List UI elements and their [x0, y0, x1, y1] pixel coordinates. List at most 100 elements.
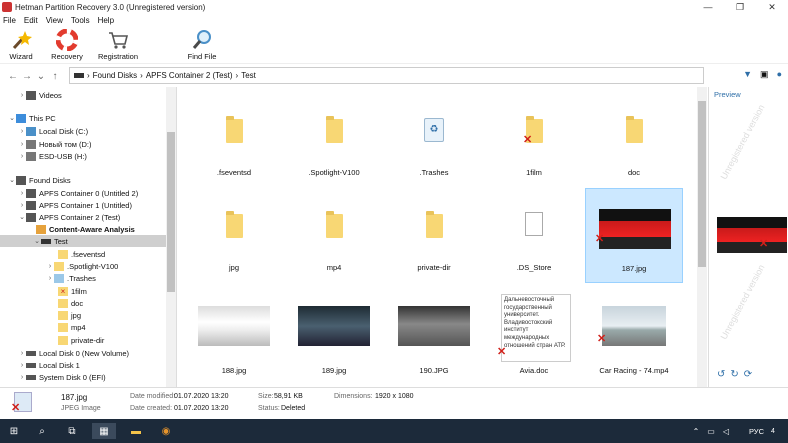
file-tile-spotlight[interactable]: .Spotlight-V100 [285, 93, 383, 188]
tree-item-local-c[interactable]: › Local Disk (C:) [18, 125, 88, 137]
trash-icon [54, 273, 64, 283]
tree-item-esd-usb[interactable]: › ESD-USB (H:) [18, 150, 87, 162]
folder-icon [425, 211, 443, 238]
tree-item-trashes[interactable]: › .Trashes [46, 272, 96, 284]
toolbar: Wizard Recovery Registration Find File [0, 27, 788, 64]
breadcrumb-container[interactable]: APFS Container 2 (Test) [146, 71, 233, 80]
tree-item-local-disk-0[interactable]: › Local Disk 0 (New Volume) [18, 347, 129, 359]
filter-icon[interactable]: ▼ [743, 69, 752, 80]
folder-icon [58, 322, 68, 332]
tree-item-mp4[interactable]: mp4 [50, 321, 86, 333]
address-field[interactable]: › Found Disks › APFS Container 2 (Test) … [69, 67, 704, 84]
folder-icon [225, 211, 243, 238]
file-tile-car-racing-mp4[interactable]: ✕ Car Racing - 74.mp4 [585, 292, 683, 387]
forward-icon[interactable]: → [20, 71, 34, 82]
tree-item-system-disk-0[interactable]: › System Disk 0 (EFI) [18, 371, 106, 383]
back-icon[interactable]: ← [6, 71, 20, 82]
maximize-button[interactable]: ❐ [724, 0, 756, 14]
deleted-mark-icon: ✕ [523, 134, 533, 146]
drive-icon [26, 126, 36, 136]
menu-view[interactable]: View [46, 16, 63, 25]
tree-item-private-dir[interactable]: private-dir [50, 334, 104, 346]
search-icon[interactable]: ⌕ [34, 423, 50, 439]
file-grid-scrollbar[interactable] [697, 87, 707, 387]
tree-item-local-d[interactable]: › Новый том (D:) [18, 138, 92, 150]
tree-item-local-disk-1[interactable]: › Local Disk 1 [18, 359, 80, 371]
file-tile-private-dir[interactable]: private-dir [385, 188, 483, 283]
tree-item-found-disks[interactable]: ⌄ Found Disks [8, 174, 71, 186]
up-icon[interactable]: ↑ [48, 71, 62, 82]
deleted-folder-icon: × [58, 286, 68, 296]
tree-scrollbar-thumb[interactable] [167, 132, 175, 292]
refresh-icon[interactable]: ⟳ [744, 369, 752, 380]
menu-bar: File Edit View Tools Help [0, 14, 788, 26]
find-file-button[interactable]: Find File [182, 27, 222, 61]
minimize-button[interactable]: — [692, 0, 724, 14]
breadcrumb-test[interactable]: Test [241, 71, 256, 80]
tree-scrollbar[interactable] [166, 87, 176, 387]
file-explorer-icon[interactable]: ▬ [128, 423, 144, 439]
tree-item-test[interactable]: ⌄ Test [0, 235, 166, 247]
windows-start-icon[interactable]: ⊞ [6, 423, 22, 439]
file-tile-1film[interactable]: ✕ 1film [485, 93, 583, 188]
network-icon[interactable]: ▭ [705, 423, 717, 439]
file-tile-jpg[interactable]: jpg [185, 188, 283, 283]
breadcrumb-found-disks[interactable]: Found Disks [93, 71, 137, 80]
tray-chevron-icon[interactable]: ⌃ [690, 423, 702, 439]
menu-tools[interactable]: Tools [71, 16, 90, 25]
tree-item-apfs-1[interactable]: › APFS Container 1 (Untitled) [18, 199, 132, 211]
drive-icon [74, 73, 84, 78]
status-filetype: JPEG Image [61, 405, 101, 412]
tree-item-content-aware[interactable]: Content-Aware Analysis [28, 223, 135, 235]
recovery-button[interactable]: Recovery [50, 27, 84, 61]
keyboard-language[interactable]: РУС [749, 427, 764, 436]
registration-button[interactable]: Registration [96, 27, 140, 61]
status-date-modified: 01.07.2020 13:20 [174, 393, 229, 400]
file-tile-avia-doc[interactable]: Дальневосточный государственный универси… [485, 292, 583, 387]
cart-icon [107, 29, 129, 51]
history-dropdown-icon[interactable]: ⌄ [34, 71, 48, 82]
rotate-left-icon[interactable]: ↺ [717, 369, 725, 380]
tree-item-1film[interactable]: × 1film [50, 285, 87, 297]
hetman-app-icon[interactable]: ▦ [92, 423, 116, 439]
file-tile-ds-store[interactable]: .DS_Store [485, 188, 583, 283]
tree-item-this-pc[interactable]: ⌄ This PC [8, 112, 56, 124]
tree-item-spotlight[interactable]: › .Spotlight-V100 [46, 260, 118, 272]
tree-item-jpg[interactable]: jpg [50, 309, 81, 321]
tree-item-fseventsd[interactable]: .fseventsd [50, 248, 105, 260]
tree-item-doc[interactable]: doc [50, 297, 83, 309]
help-icon[interactable]: ● [777, 69, 782, 80]
file-tile-188-jpg[interactable]: 188.jpg [185, 292, 283, 387]
wizard-button[interactable]: Wizard [4, 27, 38, 61]
close-button[interactable]: ✕ [756, 0, 788, 14]
disk-icon [26, 350, 36, 356]
app-icon[interactable]: ◉ [158, 423, 174, 439]
thumbnail-image [599, 209, 671, 249]
file-tile-fseventsd[interactable]: .fseventsd [185, 93, 283, 188]
folder-icon [325, 211, 343, 238]
file-tile-mp4[interactable]: mp4 [285, 188, 383, 283]
file-tile-190-jpg[interactable]: 190.JPG [385, 292, 483, 387]
menu-file[interactable]: File [3, 16, 16, 25]
file-tile-189-jpg[interactable]: 189.jpg [285, 292, 383, 387]
notifications-icon[interactable]: 4 [766, 423, 780, 439]
menu-help[interactable]: Help [98, 16, 114, 25]
file-tile-doc[interactable]: doc [585, 93, 683, 188]
view-mode-icon[interactable]: ▣ [760, 69, 769, 80]
video-folder-icon [26, 90, 36, 100]
tree-item-videos[interactable]: › Videos [18, 89, 62, 101]
folder-icon [225, 116, 243, 143]
file-grid-scrollbar-thumb[interactable] [698, 101, 706, 267]
watermark-text: Unregistered version [718, 262, 767, 342]
task-view-icon[interactable]: ⧉ [64, 423, 80, 439]
deleted-mark-icon: ✕ [497, 346, 507, 358]
tree-item-apfs-0[interactable]: › APFS Container 0 (Untitled 2) [18, 187, 138, 199]
taskbar: ⊞ ⌕ ⧉ ▦ ▬ ◉ ⌃ ▭ ◁ РУС 4 [0, 419, 788, 443]
rotate-right-icon[interactable]: ↻ [730, 369, 738, 380]
file-tile-187-jpg[interactable]: ✕ 187.jpg [585, 188, 683, 283]
tree-item-apfs-2[interactable]: ⌄ APFS Container 2 (Test) [18, 211, 120, 223]
menu-edit[interactable]: Edit [24, 16, 38, 25]
file-tile-trashes[interactable]: ♻ .Trashes [385, 93, 483, 188]
volume-icon[interactable]: ◁ [720, 423, 732, 439]
folder-icon [58, 335, 68, 345]
